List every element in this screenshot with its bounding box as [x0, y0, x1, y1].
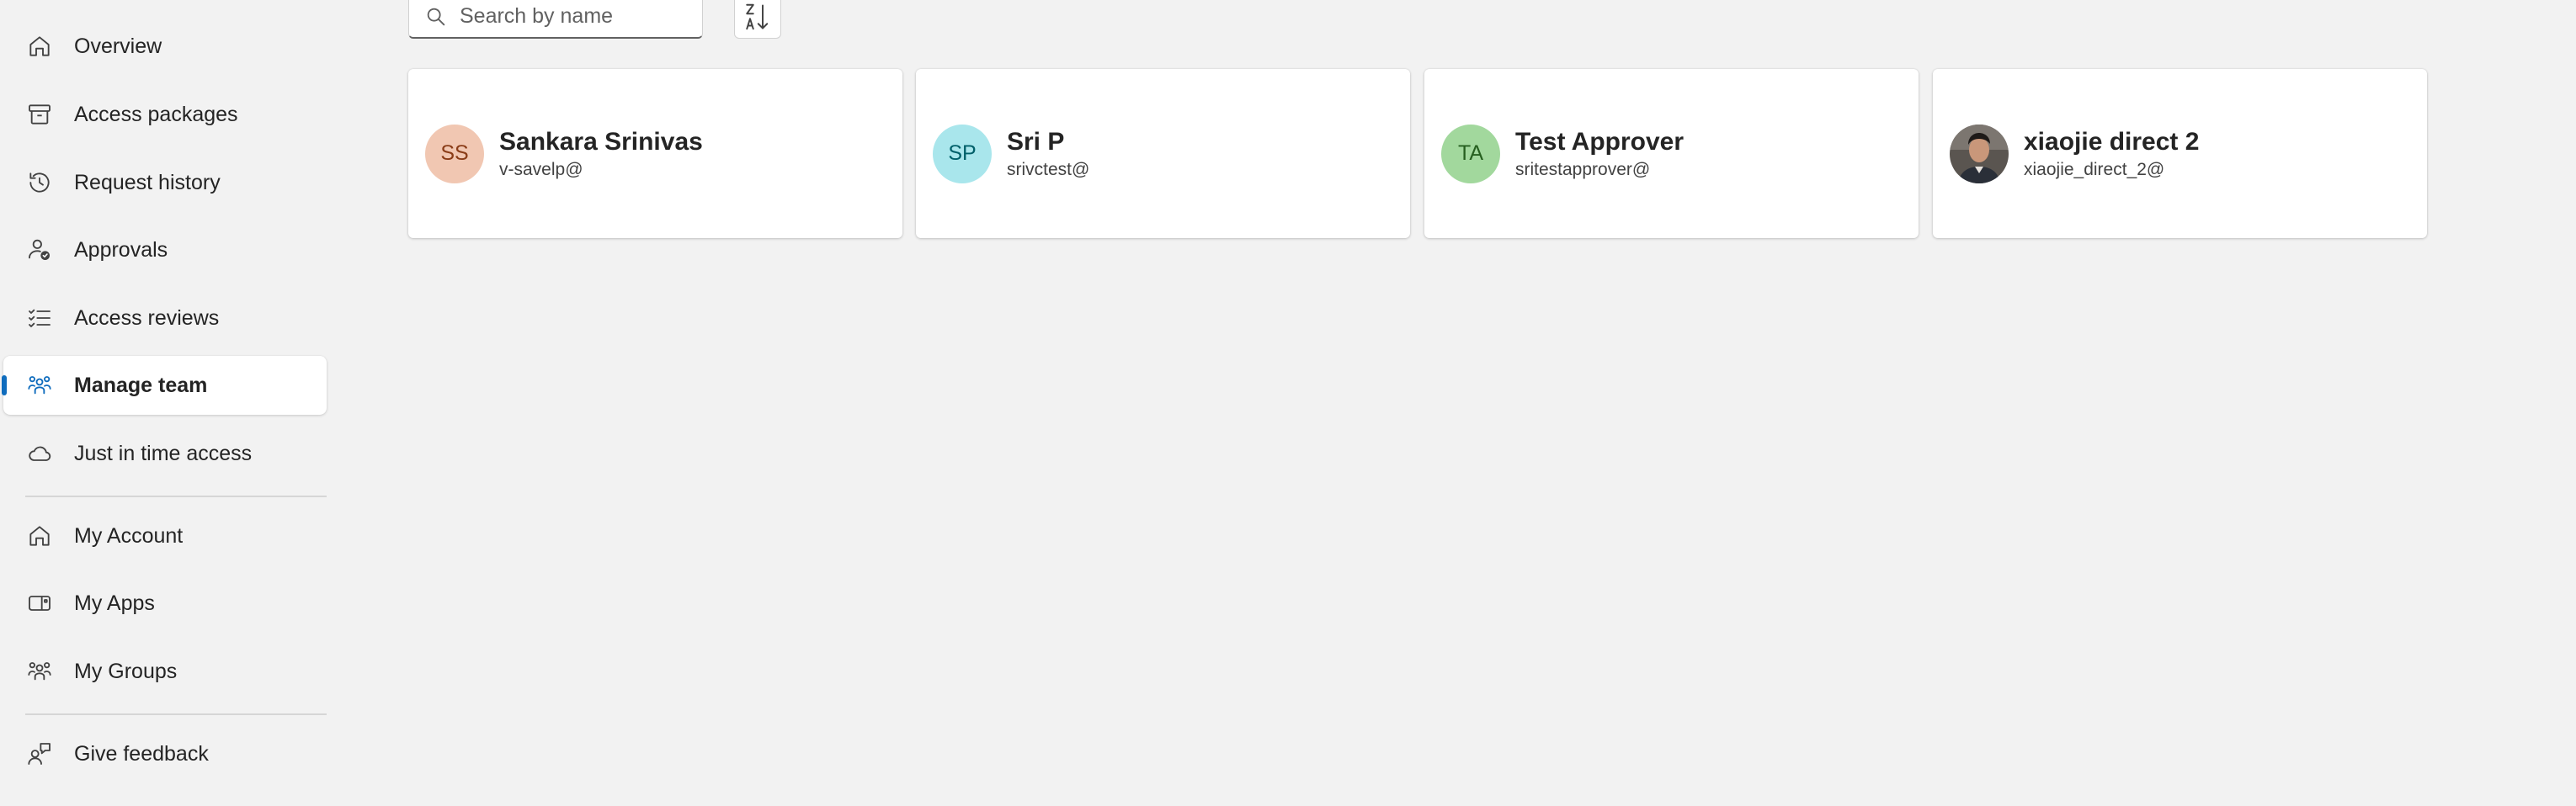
profile-photo — [1950, 124, 2009, 183]
avatar: SP — [933, 124, 992, 183]
sidebar-item-access-packages[interactable]: Access packages — [3, 85, 327, 144]
sidebar-item-label: Overview — [74, 34, 162, 58]
approvals-icon — [25, 236, 54, 264]
member-card[interactable]: TA Test Approver sritestapprover@ — [1424, 69, 1919, 238]
cloud-icon — [25, 439, 54, 468]
sidebar-item-label: Access reviews — [74, 305, 220, 330]
sidebar-item-overview[interactable]: Overview — [3, 17, 327, 76]
people-team-icon — [25, 371, 54, 400]
sidebar-item-give-feedback[interactable]: Give feedback — [3, 724, 327, 783]
sidebar-item-label: Access packages — [74, 102, 238, 126]
member-info: Sankara Srinivas v-savelp@ — [499, 127, 703, 181]
sidebar-item-just-in-time-access[interactable]: Just in time access — [3, 424, 327, 483]
apps-icon — [25, 589, 54, 618]
member-email: srivctest@ — [1007, 159, 1090, 179]
avatar-initials: SP — [948, 141, 977, 165]
member-info: xiaojie direct 2 xiaojie_direct_2@ — [2024, 127, 2199, 181]
sidebar-divider — [25, 496, 327, 497]
sidebar-item-label: Approvals — [74, 237, 168, 262]
avatar: TA — [1441, 124, 1500, 183]
app-root: Overview Access packages Request history… — [0, 0, 2576, 806]
sidebar-item-label: Manage team — [74, 373, 208, 397]
sidebar-item-label: Give feedback — [74, 741, 209, 766]
member-name: Sri P — [1007, 127, 1065, 156]
sidebar-item-label: Request history — [74, 170, 221, 194]
person-feedback-icon — [25, 740, 54, 768]
avatar-photo — [1950, 124, 2009, 183]
search-input[interactable] — [460, 4, 687, 29]
sidebar-divider — [25, 713, 327, 715]
search-icon — [427, 8, 445, 25]
sidebar-item-my-account[interactable]: My Account — [3, 506, 327, 565]
avatar-initials: TA — [1457, 141, 1484, 165]
sidebar-item-label: My Groups — [74, 659, 178, 683]
checklist-icon — [25, 304, 54, 332]
sidebar-item-manage-team[interactable]: Manage team — [2, 356, 327, 415]
member-name: Sankara Srinivas — [499, 127, 703, 156]
member-info: Test Approver sritestapprover@ — [1515, 127, 1684, 181]
history-icon — [25, 168, 54, 197]
sidebar-item-access-reviews[interactable]: Access reviews — [3, 289, 327, 347]
search-box — [408, 0, 703, 39]
member-name: Test Approver — [1515, 127, 1685, 156]
home-icon — [25, 522, 54, 550]
avatar-initials: SS — [440, 141, 469, 165]
archive-icon — [25, 100, 54, 129]
sort-z-to-a-icon — [746, 3, 769, 30]
member-card[interactable]: xiaojie direct 2 xiaojie_direct_2@ — [1933, 69, 2427, 238]
sidebar-item-my-groups[interactable]: My Groups — [3, 642, 327, 701]
people-team-icon — [25, 657, 54, 686]
member-card[interactable]: SP Sri P srivctest@ — [916, 69, 1410, 238]
member-email: v-savelp@ — [499, 159, 583, 179]
active-indicator — [2, 375, 7, 395]
sidebar-item-approvals[interactable]: Approvals — [3, 220, 327, 279]
sidebar-item-label: My Account — [74, 523, 184, 548]
avatar: SS — [425, 124, 484, 183]
member-name: xiaojie direct 2 — [2024, 127, 2200, 156]
member-info: Sri P srivctest@ — [1007, 127, 1089, 181]
sort-button[interactable] — [734, 0, 781, 39]
member-email: sritestapprover@ — [1515, 159, 1651, 179]
sidebar-item-request-history[interactable]: Request history — [3, 153, 327, 212]
sidebar-item-my-apps[interactable]: My Apps — [3, 574, 327, 633]
member-email: xiaojie_direct_2@ — [2024, 159, 2165, 179]
home-icon — [25, 32, 54, 61]
sidebar-nav: Overview Access packages Request history… — [0, 0, 337, 806]
member-card[interactable]: SS Sankara Srinivas v-savelp@ — [408, 69, 902, 238]
sidebar-item-label: Just in time access — [74, 441, 253, 465]
sidebar-item-label: My Apps — [74, 591, 155, 615]
